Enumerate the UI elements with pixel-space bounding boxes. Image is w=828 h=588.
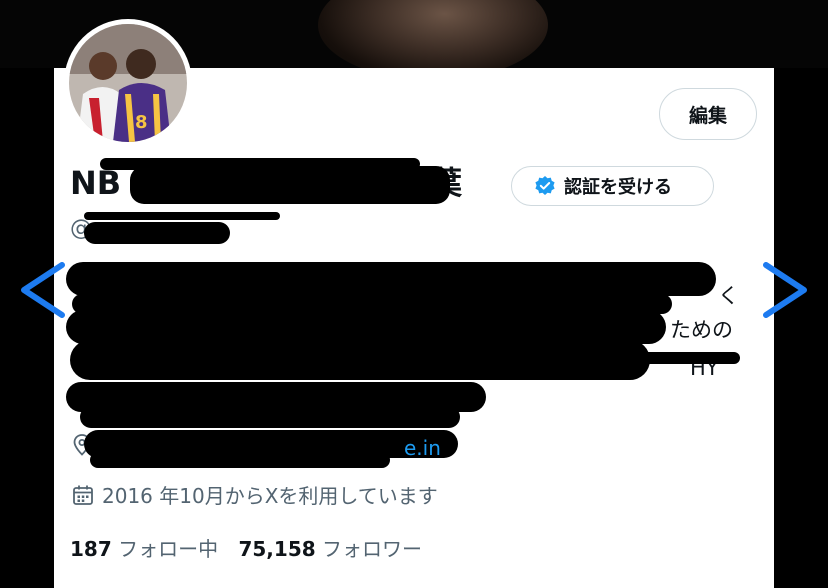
following-count: 187 (70, 537, 112, 561)
followers-count: 75,158 (238, 537, 316, 561)
redaction-mark (70, 340, 650, 380)
follow-stats: 187 フォロー中 75,158 フォロワー (70, 533, 422, 562)
edit-profile-button[interactable]: 編集 (659, 88, 757, 140)
redaction-mark (66, 262, 716, 296)
redaction-mark (84, 212, 280, 220)
avatar-photo: 8 (69, 24, 187, 142)
banner-photo (318, 0, 548, 68)
redaction-mark (80, 406, 460, 428)
redaction-mark (84, 222, 230, 244)
following-label: フォロー中 (118, 537, 219, 561)
get-verified-button[interactable]: 認証を受ける (511, 166, 714, 206)
verify-label: 認証を受ける (564, 177, 672, 198)
website-link-fragment[interactable]: e.in (404, 436, 441, 460)
redaction-mark (130, 166, 450, 204)
profile-avatar[interactable]: 8 (64, 19, 192, 147)
bio-line2-end: ための (670, 318, 733, 342)
redaction-mark (66, 310, 666, 344)
join-date: 2016 年10月からXを利用しています (72, 480, 438, 509)
verified-badge-icon (535, 176, 555, 195)
followers-label: フォロワー (322, 537, 423, 561)
redaction-mark (640, 352, 740, 364)
redaction-mark (90, 452, 390, 468)
followers-stat[interactable]: 75,158 フォロワー (238, 537, 422, 561)
calendar-icon (73, 485, 93, 505)
chevron-left-icon[interactable] (18, 262, 68, 318)
svg-text:8: 8 (135, 112, 148, 133)
chevron-right-icon[interactable] (760, 262, 810, 318)
following-stat[interactable]: 187 フォロー中 (70, 537, 224, 561)
website-link[interactable]: e.in (404, 436, 441, 460)
join-date-text: 2016 年10月からXを利用しています (102, 484, 438, 508)
